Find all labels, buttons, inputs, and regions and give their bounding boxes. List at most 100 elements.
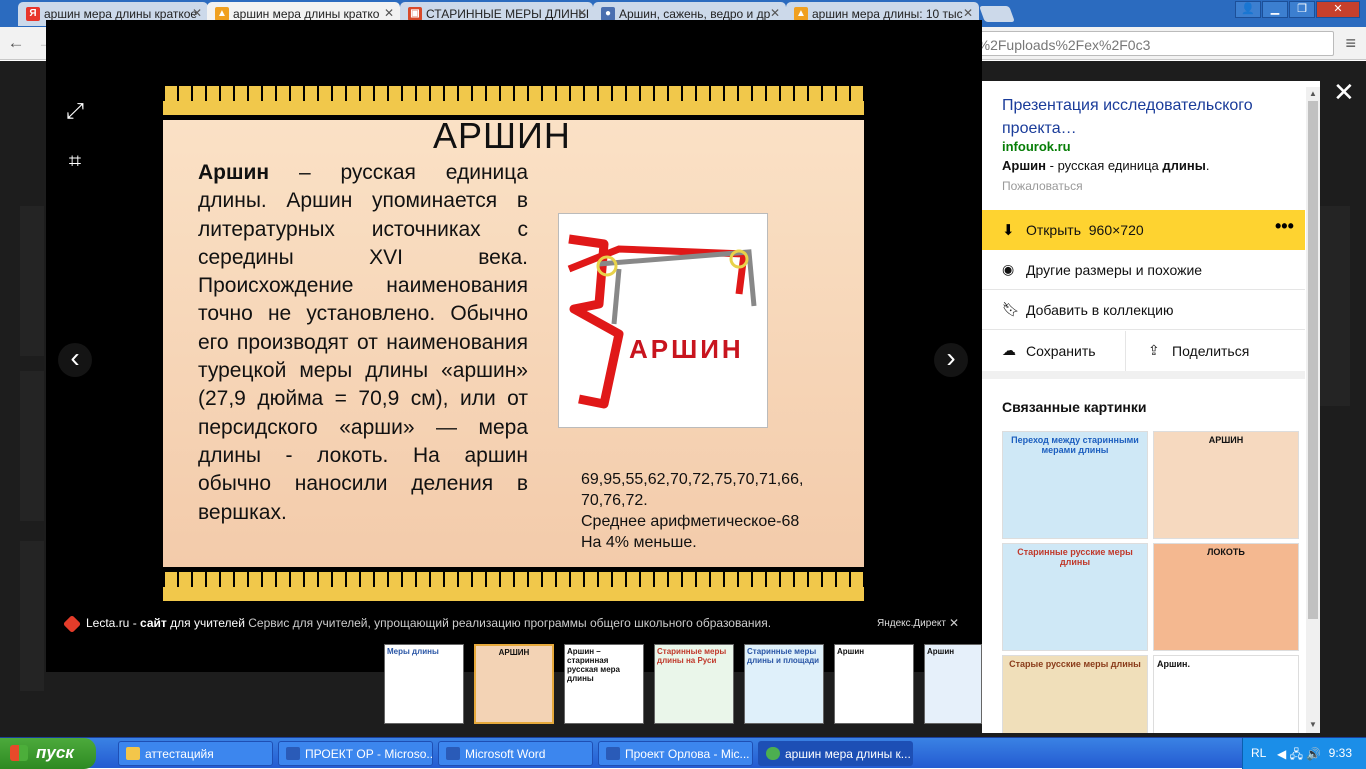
slide-description: – русская единица длины. Аршин упоминает… [198,161,528,524]
crop-icon[interactable]: ⌗ [58,144,92,178]
taskbar-item[interactable]: ПРОЕКТ ОР - Microso... [278,741,433,766]
thumbnail[interactable]: Меры длины [384,644,464,724]
related-image[interactable]: Старые русские меры длины [1002,655,1148,733]
close-icon[interactable]: ✕ [963,6,973,20]
word-icon [286,747,300,760]
tray-icons[interactable]: ◀ 🖧 🔊 [1277,745,1321,766]
slide-image: АРШИН Аршин – русская единица длины. Арш… [163,81,864,606]
open-label: Открыть [1026,222,1081,238]
thumbnail-selected[interactable]: АРШИН [474,644,554,724]
thumbnail[interactable]: Старинные меры длины и площади [744,644,824,724]
measurements-line: 69,95,55,62,70,72,75,70,71,66, [581,471,804,488]
word-icon [606,747,620,760]
scroll-up-icon[interactable]: ▲ [1309,89,1317,98]
complain-link[interactable]: Пожаловаться [1002,179,1083,193]
image-icon: ▲ [215,7,229,21]
slide-term: Аршин [198,161,270,184]
thumbnail[interactable]: Аршин [924,644,982,724]
system-tray: RL ◀ 🖧 🔊 9:33 [1242,738,1366,769]
thumbnail-strip: Меры длины АРШИН Аршин – старинная русск… [384,644,982,724]
save-button[interactable]: ☁ Сохранить [982,331,1125,371]
image-info-panel: Презентация исследовательского проекта… … [982,81,1320,733]
picture-caption: АРШИН [629,334,744,364]
close-icon[interactable]: ✕ [770,6,780,20]
scroll-down-icon[interactable]: ▼ [1309,720,1317,729]
folder-icon [126,747,140,760]
arshin-drawing [567,234,757,409]
source-title-link[interactable]: Презентация исследовательского проекта… [1002,94,1282,140]
cloud-save-icon: ☁ [1002,342,1016,358]
tab-label: аршин мера длины кратко [233,7,380,21]
share-button[interactable]: ⇪ Поделиться [1132,331,1305,371]
divider [1125,331,1126,371]
menu-icon[interactable]: ≡ [1345,33,1356,54]
add-to-collection-button[interactable]: 🔖︎ Добавить в коллекцию [982,290,1305,330]
lecta-logo-icon [62,614,82,634]
close-icon[interactable]: ✕ [192,6,202,20]
camera-search-icon: ◉ [1002,261,1015,277]
divider [982,371,1305,379]
back-arrow-icon[interactable]: ← [4,32,28,54]
ruler-decoration [163,567,864,606]
viewer-close-icon[interactable]: ✕ [1333,77,1355,108]
person-icon: ● [601,7,615,21]
yandex-direct-label[interactable]: Яндекс.Директ [877,618,946,629]
fullscreen-icon[interactable]: ⤢ [58,94,92,128]
bookmark-icon: 🔖︎ [1002,301,1020,317]
scrollbar-thumb[interactable] [1308,101,1318,619]
panel-scrollbar[interactable]: ▲ ▼ [1306,87,1320,733]
minimize-icon[interactable]: ▁ [1262,1,1288,18]
related-image[interactable]: ЛОКОТЬ [1153,543,1299,651]
taskbar: пуск аттестацийя ПРОЕКТ ОР - Microso... … [0,737,1366,769]
ad-description: Сервис для учителей, упрощающий реализац… [244,616,772,631]
close-icon[interactable]: ✕ [577,6,587,20]
average-line: Среднее арифметическое-68 [581,513,800,530]
ad-caption[interactable]: Lecta.ru - сайт для учителей Сервис для … [62,614,964,634]
measurements-line: 70,76,72. [581,492,648,509]
slide-body: Аршин – русская единица длины. Аршин упо… [198,159,528,527]
chrome-icon [766,747,780,760]
language-indicator[interactable]: RL [1251,746,1266,760]
tab-label: Аршин, сажень, ведро и др [619,7,771,21]
window-close-icon[interactable]: ✕ [1316,1,1360,18]
taskbar-item[interactable]: аттестацийя [118,741,273,766]
taskbar-item[interactable]: Microsoft Word [438,741,593,766]
maximize-icon[interactable]: ❐ [1289,1,1315,18]
download-icon: ⬇ [1002,222,1015,239]
related-image[interactable]: Старинные русские меры длины [1002,543,1148,651]
open-image-button[interactable]: ⬇ Открыть 960×720 ••• [982,210,1305,250]
image-size: 960×720 [1088,222,1144,238]
next-arrow-icon[interactable]: › [934,343,968,377]
ad-bold: сайт [140,616,167,631]
slide-measurements: 69,95,55,62,70,72,75,70,71,66, 70,76,72.… [581,469,803,553]
slide-icon: ▣ [408,7,422,21]
ad-site[interactable]: Lecta.ru [86,616,129,630]
more-options-icon[interactable]: ••• [1275,216,1294,237]
related-image[interactable]: Аршин. [1153,655,1299,733]
windows-logo-icon [10,745,28,761]
taskbar-item[interactable]: Проект Орлова - Mic... [598,741,753,766]
related-image[interactable]: АРШИН [1153,431,1299,539]
thumbnail[interactable]: Аршин [834,644,914,724]
slide-title: АРШИН [433,115,571,156]
start-button[interactable]: пуск [0,738,96,769]
prev-arrow-icon[interactable]: ‹ [58,343,92,377]
thumbnail[interactable]: Аршин – старинная русская мера длины [564,644,644,724]
source-host-link[interactable]: infourok.ru [1002,139,1071,154]
related-images-heading: Связанные картинки [1002,399,1147,415]
related-image[interactable]: Переход между старинными мерами длины [1002,431,1148,539]
close-icon[interactable]: ✕ [384,6,394,20]
share-icon: ⇪ [1148,342,1160,358]
tab-label: СТАРИННЫЕ МЕРЫ ДЛИНЫ [426,7,590,21]
tab-label: аршин мера длины: 10 тыс [812,7,963,21]
thumbnail[interactable]: Старинные меры длины на Руси [654,644,734,724]
new-tab-button[interactable] [979,6,1015,22]
user-icon[interactable]: 👤 [1235,1,1261,18]
source-description: Аршин - русская единица длины. [1002,158,1210,173]
arshin-illustration: АРШИН [558,213,768,428]
taskbar-item-active[interactable]: аршин мера длины к... [758,741,913,766]
image-icon: ▲ [794,7,808,21]
close-icon[interactable]: ✕ [949,616,959,630]
clock[interactable]: 9:33 [1329,746,1352,760]
other-sizes-button[interactable]: ◉ Другие размеры и похожие [982,250,1305,290]
